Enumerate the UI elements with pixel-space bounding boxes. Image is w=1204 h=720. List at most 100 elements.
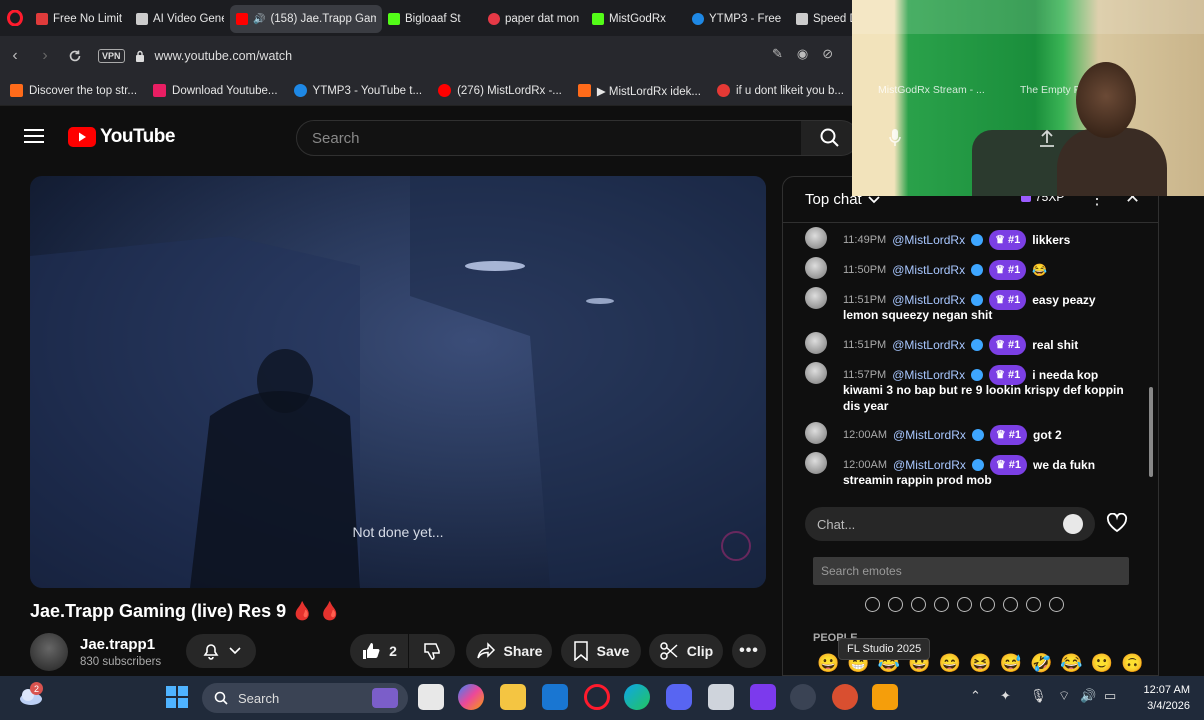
tab-paper-dat[interactable]: paper dat mon [482, 5, 586, 33]
food-tab-icon[interactable] [934, 597, 949, 612]
chat-avatar[interactable] [805, 452, 827, 474]
copilot-icon[interactable] [458, 684, 484, 710]
opera-logo-icon[interactable] [0, 0, 30, 36]
fl-studio-icon[interactable] [872, 684, 898, 710]
bookmark-item[interactable]: YTMP3 - YouTube t... [293, 84, 422, 97]
chat-author[interactable]: @MistLordRx [893, 457, 966, 473]
clipchamp-icon[interactable] [750, 684, 776, 710]
chat-avatar[interactable] [805, 422, 827, 444]
forward-icon[interactable]: › [30, 41, 60, 71]
edit-icon[interactable]: ✎ [772, 46, 783, 62]
video-player[interactable]: Not done yet... [30, 176, 766, 588]
notification-bell-button[interactable] [186, 634, 256, 668]
clip-button[interactable]: Clip [649, 634, 723, 668]
flags-tab-icon[interactable] [1049, 597, 1064, 612]
symbols-tab-icon[interactable] [1026, 597, 1041, 612]
emote-search-input[interactable]: Search emotes [813, 557, 1129, 585]
opera-icon[interactable] [584, 684, 610, 710]
dislike-button[interactable] [409, 634, 455, 668]
reload-icon[interactable] [60, 41, 90, 71]
search-button[interactable] [801, 120, 859, 156]
block-icon[interactable]: ⊘ [822, 46, 833, 62]
chat-avatar[interactable] [805, 287, 827, 309]
weather-icon[interactable]: 2 [18, 682, 44, 706]
tab-ytmp3[interactable]: YTMP3 - Free Y [686, 5, 790, 33]
travel-tab-icon[interactable] [957, 597, 972, 612]
tab-bigloaaf[interactable]: Bigloaaf St [382, 5, 482, 33]
microphone-icon[interactable] [888, 128, 902, 148]
camera-app-icon[interactable] [708, 684, 734, 710]
chat-author[interactable]: @MistLordRx [893, 427, 966, 443]
lock-icon[interactable] [135, 50, 145, 62]
heart-icon[interactable] [1106, 513, 1128, 533]
chat-scrollbar[interactable] [1149, 227, 1153, 487]
windows-start-icon[interactable] [166, 686, 188, 708]
chat-avatar[interactable] [805, 227, 827, 249]
upload-icon[interactable] [1038, 128, 1056, 148]
bookmark-item[interactable]: if u dont likeit you b... [716, 84, 844, 97]
chat-author[interactable]: @MistLordRx [892, 367, 965, 383]
emoji-option[interactable]: 😂 [1060, 653, 1082, 674]
like-button[interactable]: 2 [350, 634, 408, 668]
app-icon[interactable] [832, 684, 858, 710]
youtube-emote-tab-icon[interactable] [865, 597, 880, 612]
emoji-smile-icon[interactable] [1063, 514, 1083, 534]
chat-avatar[interactable] [805, 332, 827, 354]
wifi-icon[interactable]: ⌔ [1058, 688, 1070, 704]
bookmark-item[interactable]: Download Youtube... [153, 84, 278, 97]
chat-author[interactable]: @MistLordRx [892, 337, 965, 353]
microphone-tray-icon[interactable]: 🎙 [1030, 688, 1047, 704]
channel-avatar[interactable] [30, 633, 68, 671]
tab-mistgodrx[interactable]: MistGodRx [586, 5, 686, 33]
emoji-option[interactable]: 🤣 [1030, 653, 1052, 674]
chevron-up-icon[interactable]: ⌃ [970, 688, 981, 704]
chat-author[interactable]: @MistLordRx [892, 262, 965, 278]
emoji-option[interactable]: 😅 [1000, 653, 1022, 674]
chat-avatar[interactable] [805, 257, 827, 279]
smiley-tab-icon[interactable] [888, 597, 903, 612]
taskbar-search-input[interactable]: Search [202, 683, 408, 713]
battery-icon[interactable]: ▭ [1104, 688, 1116, 704]
camera-icon[interactable]: ◉ [797, 46, 808, 62]
emoji-option[interactable]: 😀 [817, 653, 839, 674]
back-icon[interactable]: ‹ [0, 41, 30, 71]
file-explorer-icon[interactable] [500, 684, 526, 710]
chat-input[interactable]: Chat... [805, 507, 1095, 541]
task-view-icon[interactable] [418, 684, 444, 710]
chat-author[interactable]: @MistLordRx [892, 292, 965, 308]
tray-app-icon[interactable]: ✦ [1000, 688, 1011, 704]
chevron-down-icon [229, 647, 241, 655]
discord-icon[interactable] [666, 684, 692, 710]
bookmark-item[interactable]: (276) MistLordRx -... [438, 84, 562, 97]
outlook-icon[interactable] [542, 684, 568, 710]
nature-tab-icon[interactable] [911, 597, 926, 612]
edge-icon[interactable] [624, 684, 650, 710]
save-button[interactable]: Save [561, 634, 641, 668]
bookmark-item[interactable]: Discover the top str... [10, 84, 137, 97]
emoji-option[interactable]: 🙃 [1121, 653, 1143, 674]
tab-ai-video[interactable]: AI Video Gener [130, 5, 230, 33]
picture-in-picture-webcam[interactable]: MistGodRx Stream - ... The Empty Plate..… [852, 0, 1204, 196]
tab-free-no-limit[interactable]: Free No Limit A [30, 5, 130, 33]
tab-jae-trapp-active[interactable]: 🔊 (158) Jae.Trapp Gami [230, 5, 382, 33]
vpn-badge[interactable]: VPN [98, 49, 125, 63]
emoji-option[interactable]: 😄 [939, 653, 961, 674]
obs-icon[interactable] [790, 684, 816, 710]
chat-avatar[interactable] [805, 362, 827, 384]
emoji-option[interactable]: 🙂 [1091, 653, 1113, 674]
volume-icon[interactable]: 🔊 [1080, 688, 1096, 704]
more-actions-button[interactable]: ••• [732, 634, 766, 668]
share-button[interactable]: Share [466, 634, 552, 668]
emoji-option[interactable]: 😆 [969, 653, 991, 674]
youtube-logo[interactable]: YouTube [68, 126, 175, 148]
hamburger-menu-icon[interactable] [24, 128, 44, 144]
search-input[interactable]: Search [296, 120, 802, 156]
activity-tab-icon[interactable] [980, 597, 995, 612]
bookmark-item[interactable]: ▶ MistLordRx idek... [577, 84, 701, 98]
objects-tab-icon[interactable] [1003, 597, 1018, 612]
speaker-icon[interactable]: 🔊 [253, 14, 265, 25]
url-field[interactable]: www.youtube.com/watch [155, 49, 293, 63]
system-clock[interactable]: 12:07 AM 3/4/2026 [1144, 682, 1190, 714]
chat-author[interactable]: @MistLordRx [892, 232, 965, 248]
channel-name[interactable]: Jae.trapp1 [80, 636, 155, 653]
